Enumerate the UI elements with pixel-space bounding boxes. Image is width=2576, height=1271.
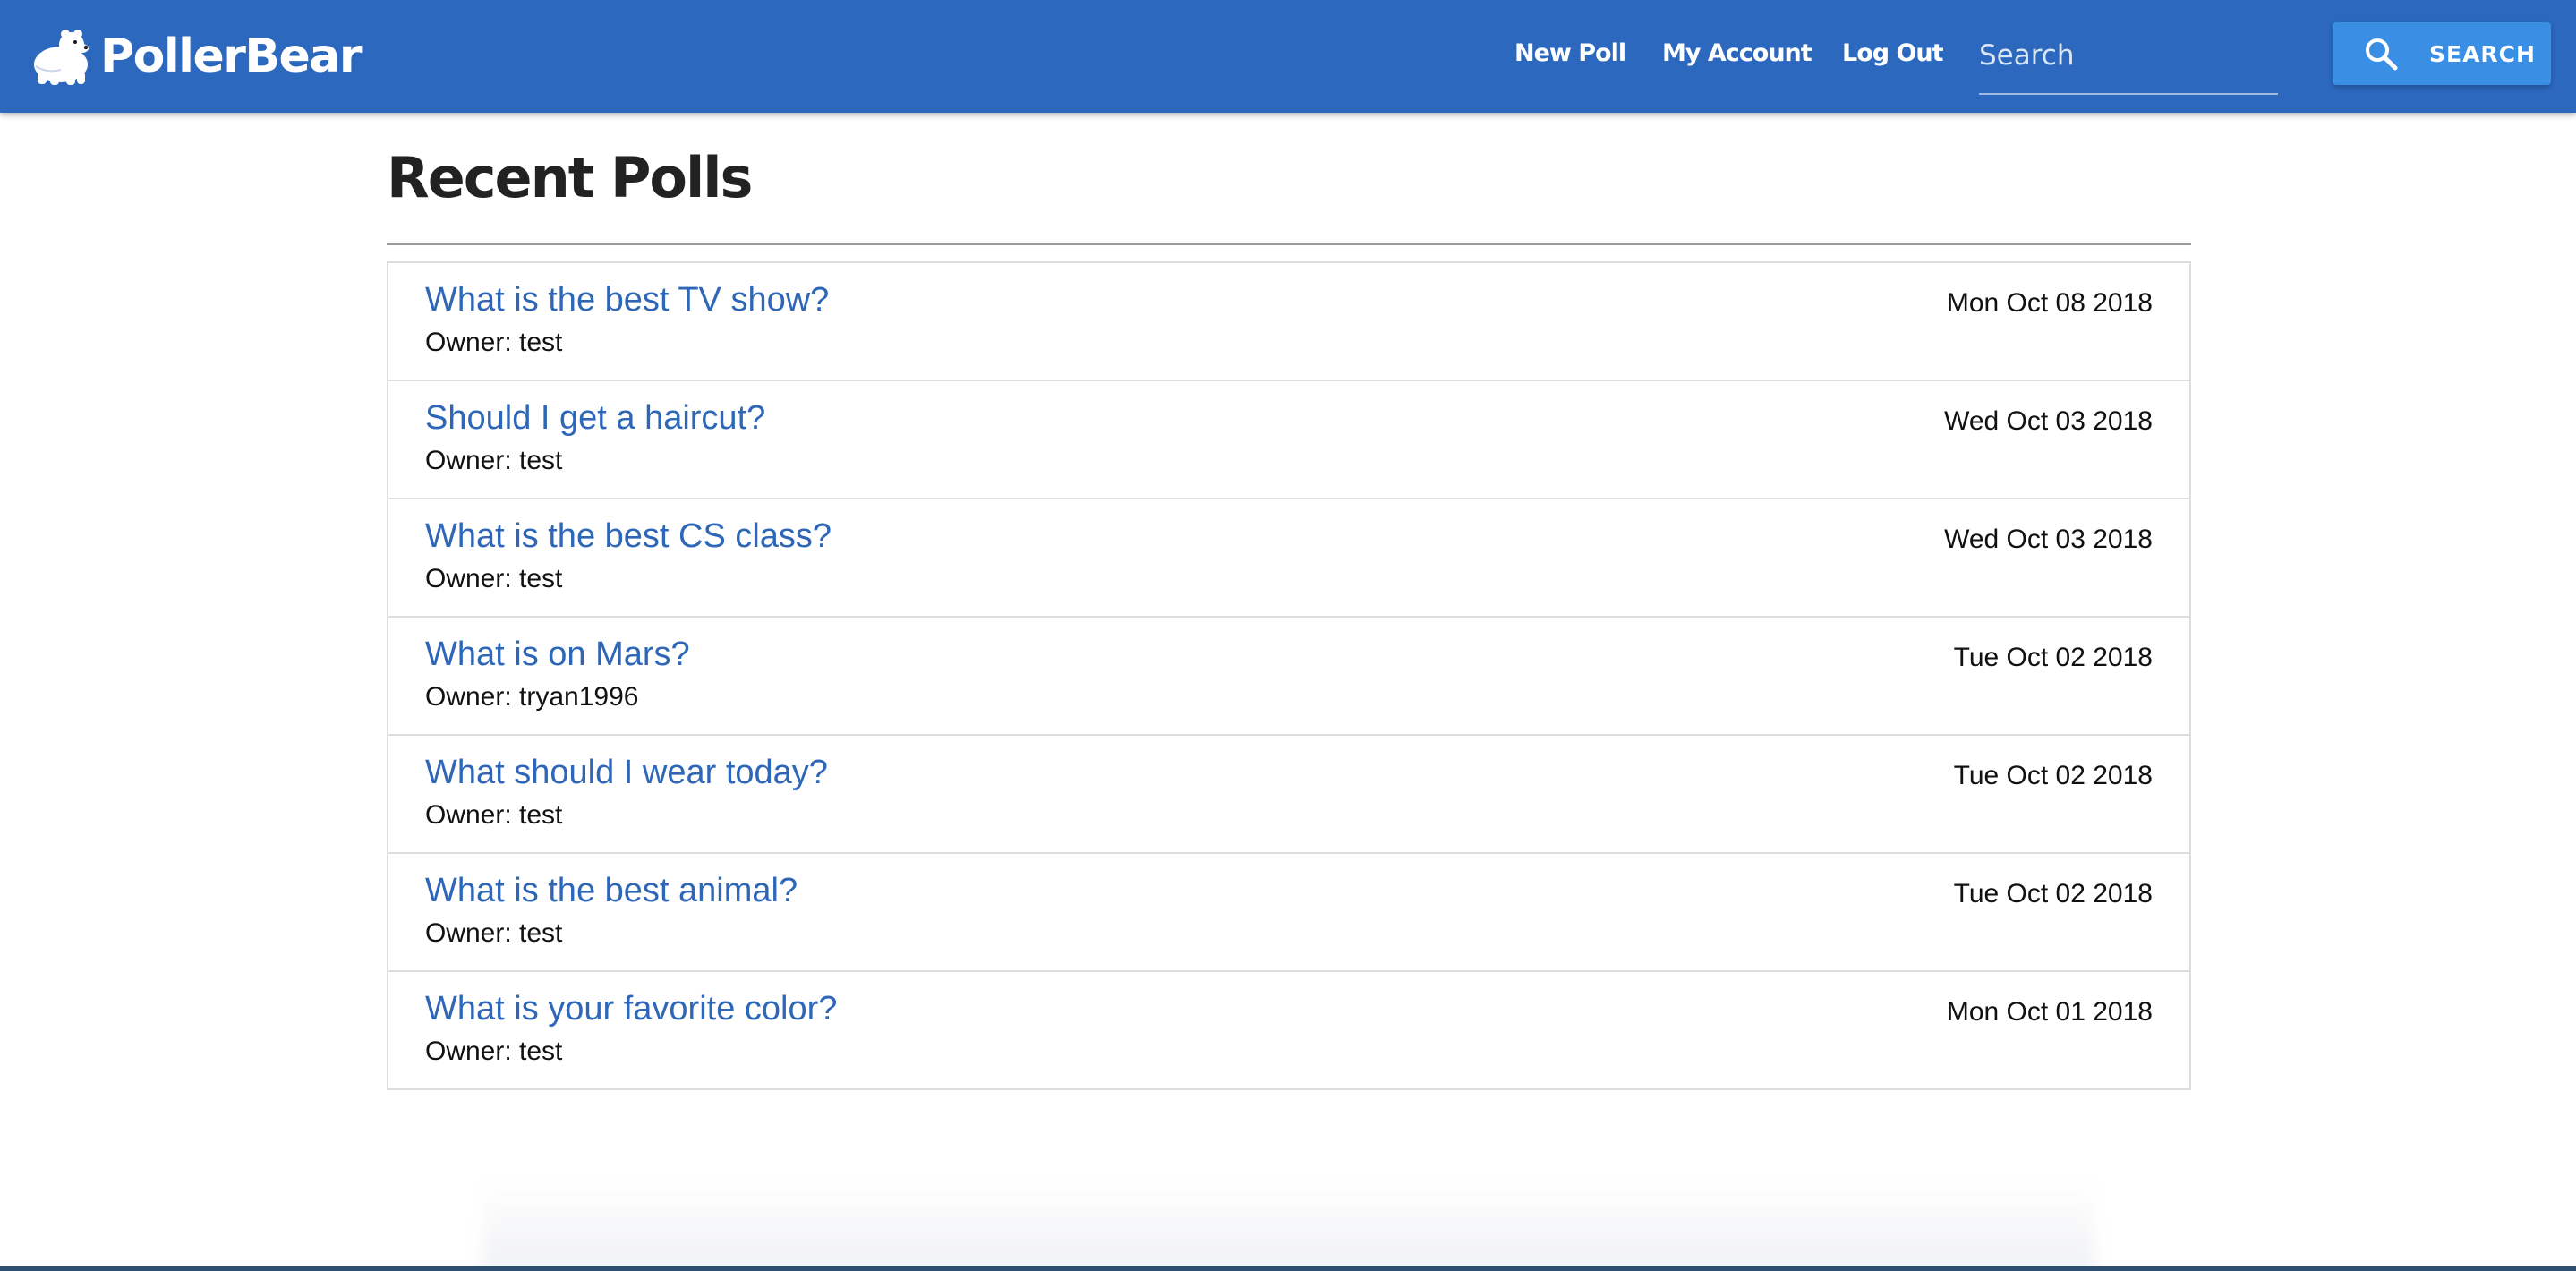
poll-item: What should I wear today? Owner: test Tu… <box>388 734 2189 852</box>
poll-item: What is your favorite color? Owner: test… <box>388 970 2189 1088</box>
search-button[interactable]: SEARCH <box>2333 22 2551 85</box>
polar-bear-icon <box>34 30 89 85</box>
poll-date: Wed Oct 03 2018 <box>1944 406 2153 436</box>
poll-question-link[interactable]: What is your favorite color? <box>425 990 837 1028</box>
poll-item: Should I get a haircut? Owner: test Wed … <box>388 380 2189 498</box>
navbar: PollerBear New Poll My Account Log Out S… <box>0 0 2576 113</box>
window-bottom-edge <box>0 1266 2576 1271</box>
poll-date: Wed Oct 03 2018 <box>1944 525 2153 554</box>
nav-log-out[interactable]: Log Out <box>1842 34 1944 73</box>
poll-item: What is on Mars? Owner: tryan1996 Tue Oc… <box>388 616 2189 734</box>
poll-owner: Owner: test <box>425 564 563 593</box>
brand-name: PollerBear <box>100 30 363 83</box>
poll-item: What is the best CS class? Owner: test W… <box>388 498 2189 616</box>
poll-date: Tue Oct 02 2018 <box>1953 643 2153 672</box>
nav-new-poll[interactable]: New Poll <box>1514 34 1626 73</box>
poll-owner: Owner: test <box>425 918 563 948</box>
poll-question-link[interactable]: What is the best TV show? <box>425 281 829 320</box>
poll-item: What is the best animal? Owner: test Tue… <box>388 852 2189 970</box>
poll-question-link[interactable]: What is on Mars? <box>425 636 690 674</box>
title-divider <box>387 243 2191 245</box>
brand-link[interactable]: PollerBear <box>25 16 363 97</box>
poll-question-link[interactable]: What is the best CS class? <box>425 517 832 556</box>
poll-question-link[interactable]: What should I wear today? <box>425 754 828 792</box>
page-title: Recent Polls <box>387 145 753 210</box>
search-input[interactable] <box>1979 30 2278 81</box>
poll-owner: Owner: tryan1996 <box>425 682 639 712</box>
poll-date: Tue Oct 02 2018 <box>1953 879 2153 908</box>
search-button-label: SEARCH <box>2429 40 2536 67</box>
poll-owner: Owner: test <box>425 328 563 357</box>
poll-question-link[interactable]: What is the best animal? <box>425 872 798 910</box>
poll-date: Mon Oct 08 2018 <box>1946 288 2153 318</box>
footer-shadow <box>483 1181 2094 1271</box>
poll-list: What is the best TV show? Owner: test Mo… <box>387 261 2191 1090</box>
search-field <box>1979 27 2278 95</box>
nav-my-account[interactable]: My Account <box>1662 34 1813 73</box>
poll-question-link[interactable]: Should I get a haircut? <box>425 399 765 438</box>
poll-item: What is the best TV show? Owner: test Mo… <box>388 263 2189 380</box>
poll-owner: Owner: test <box>425 800 563 830</box>
poll-date: Mon Oct 01 2018 <box>1946 997 2153 1027</box>
poll-owner: Owner: test <box>425 1036 563 1066</box>
search-icon <box>2366 38 2398 71</box>
poll-date: Tue Oct 02 2018 <box>1953 761 2153 790</box>
page: PollerBear New Poll My Account Log Out S… <box>0 0 2576 1271</box>
poll-owner: Owner: test <box>425 446 563 475</box>
